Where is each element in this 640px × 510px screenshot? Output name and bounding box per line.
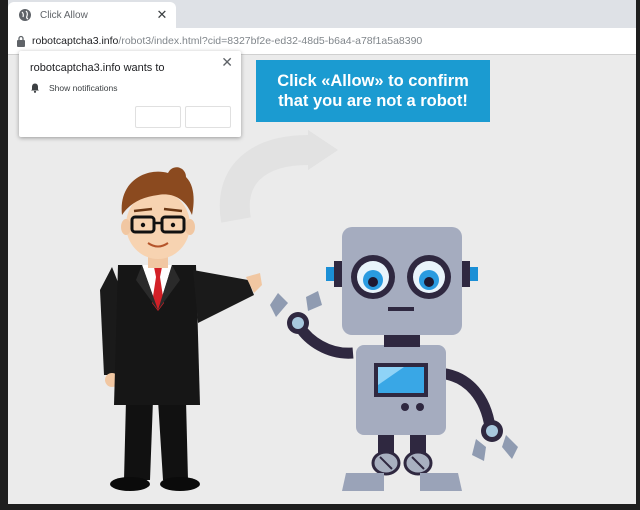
tab-strip: Click Allow ✕: [8, 0, 636, 28]
lock-icon[interactable]: [16, 35, 26, 47]
robot-figure: [270, 227, 518, 491]
headline-banner: Click «Allow» to confirm that you are no…: [256, 60, 490, 122]
notification-permission-popup: robotcaptcha3.info wants to ✕ Show notif…: [19, 51, 241, 137]
tab-title: Click Allow: [40, 9, 88, 21]
bell-icon: [31, 83, 39, 93]
url-path: /robot3/index.html?cid=8327bf2e-ed32-48d…: [118, 35, 423, 47]
block-button[interactable]: Block: [185, 106, 231, 128]
permission-row: Show notifications: [30, 83, 118, 93]
allow-button[interactable]: Allow: [135, 106, 181, 128]
browser-window: Click Allow ✕ robotcaptcha3.info/robot3/…: [8, 0, 636, 504]
url-host: robotcaptcha3.info: [32, 35, 119, 47]
popup-title: robotcaptcha3.info wants to: [30, 62, 165, 74]
headline-line-2: that you are not a robot!: [278, 92, 468, 110]
tab-click-allow[interactable]: Click Allow ✕: [8, 2, 176, 28]
close-tab-icon[interactable]: ✕: [154, 7, 170, 23]
url-text[interactable]: robotcaptcha3.info/robot3/index.html?cid…: [32, 35, 422, 47]
close-popup-icon[interactable]: ✕: [221, 54, 233, 71]
background-arrow-shape: [219, 135, 309, 223]
permission-label: Show notifications: [49, 83, 118, 93]
globe-icon: [19, 9, 31, 21]
headline-line-1: Click «Allow» to confirm: [277, 72, 469, 90]
